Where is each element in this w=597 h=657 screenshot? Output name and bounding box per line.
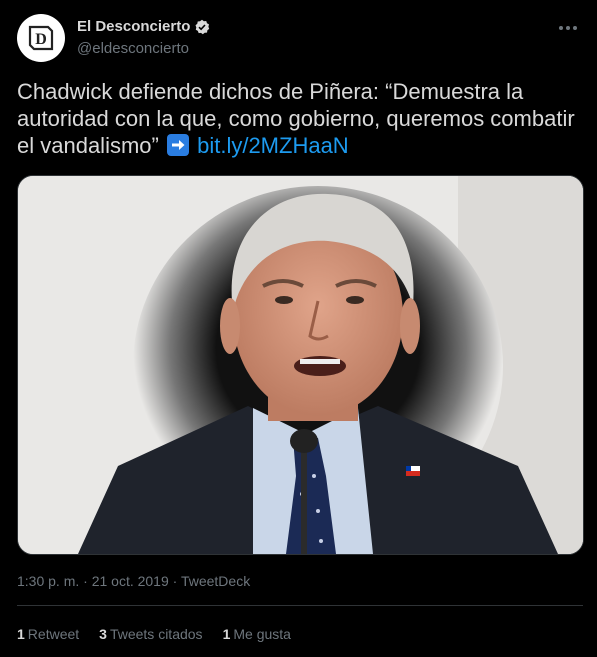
- tweet-photo[interactable]: [17, 175, 584, 555]
- tweet-header: D El Desconcierto @eldesconcierto: [17, 12, 583, 62]
- author-name[interactable]: El Desconcierto: [77, 18, 190, 35]
- retweets-count: 1: [17, 626, 25, 642]
- svg-text:D: D: [35, 31, 47, 48]
- more-options-icon[interactable]: [553, 18, 583, 38]
- eldesconcierto-logo-icon: D: [28, 25, 54, 51]
- likes-stat[interactable]: 1 Me gusta: [223, 626, 291, 642]
- avatar[interactable]: D: [17, 14, 65, 62]
- author-handle[interactable]: @eldesconcierto: [77, 40, 189, 57]
- verified-badge-icon: [194, 19, 210, 35]
- tweet-timestamp[interactable]: 1:30 p. m. · 21 oct. 2019 · TweetDeck: [17, 573, 250, 589]
- quotes-count: 3: [99, 626, 107, 642]
- likes-label: Me gusta: [233, 626, 291, 642]
- quote-tweets-stat[interactable]: 3 Tweets citados: [99, 626, 202, 642]
- likes-count: 1: [222, 626, 231, 642]
- tweet-link[interactable]: bit.ly/2MZHaaN: [197, 133, 349, 158]
- right-arrow-emoji-icon: [166, 134, 189, 156]
- tweet-stats: 1 Retweet 3 Tweets citados 1 Me gusta: [17, 626, 291, 642]
- divider: [17, 605, 583, 606]
- retweets-stat[interactable]: 1 Retweet: [17, 626, 79, 642]
- photo-illustration: [18, 176, 583, 554]
- quotes-label: Tweets citados: [109, 626, 203, 642]
- tweet-text: Chadwick defiende dichos de Piñera: “Dem…: [17, 78, 583, 159]
- retweets-label: Retweet: [27, 626, 80, 642]
